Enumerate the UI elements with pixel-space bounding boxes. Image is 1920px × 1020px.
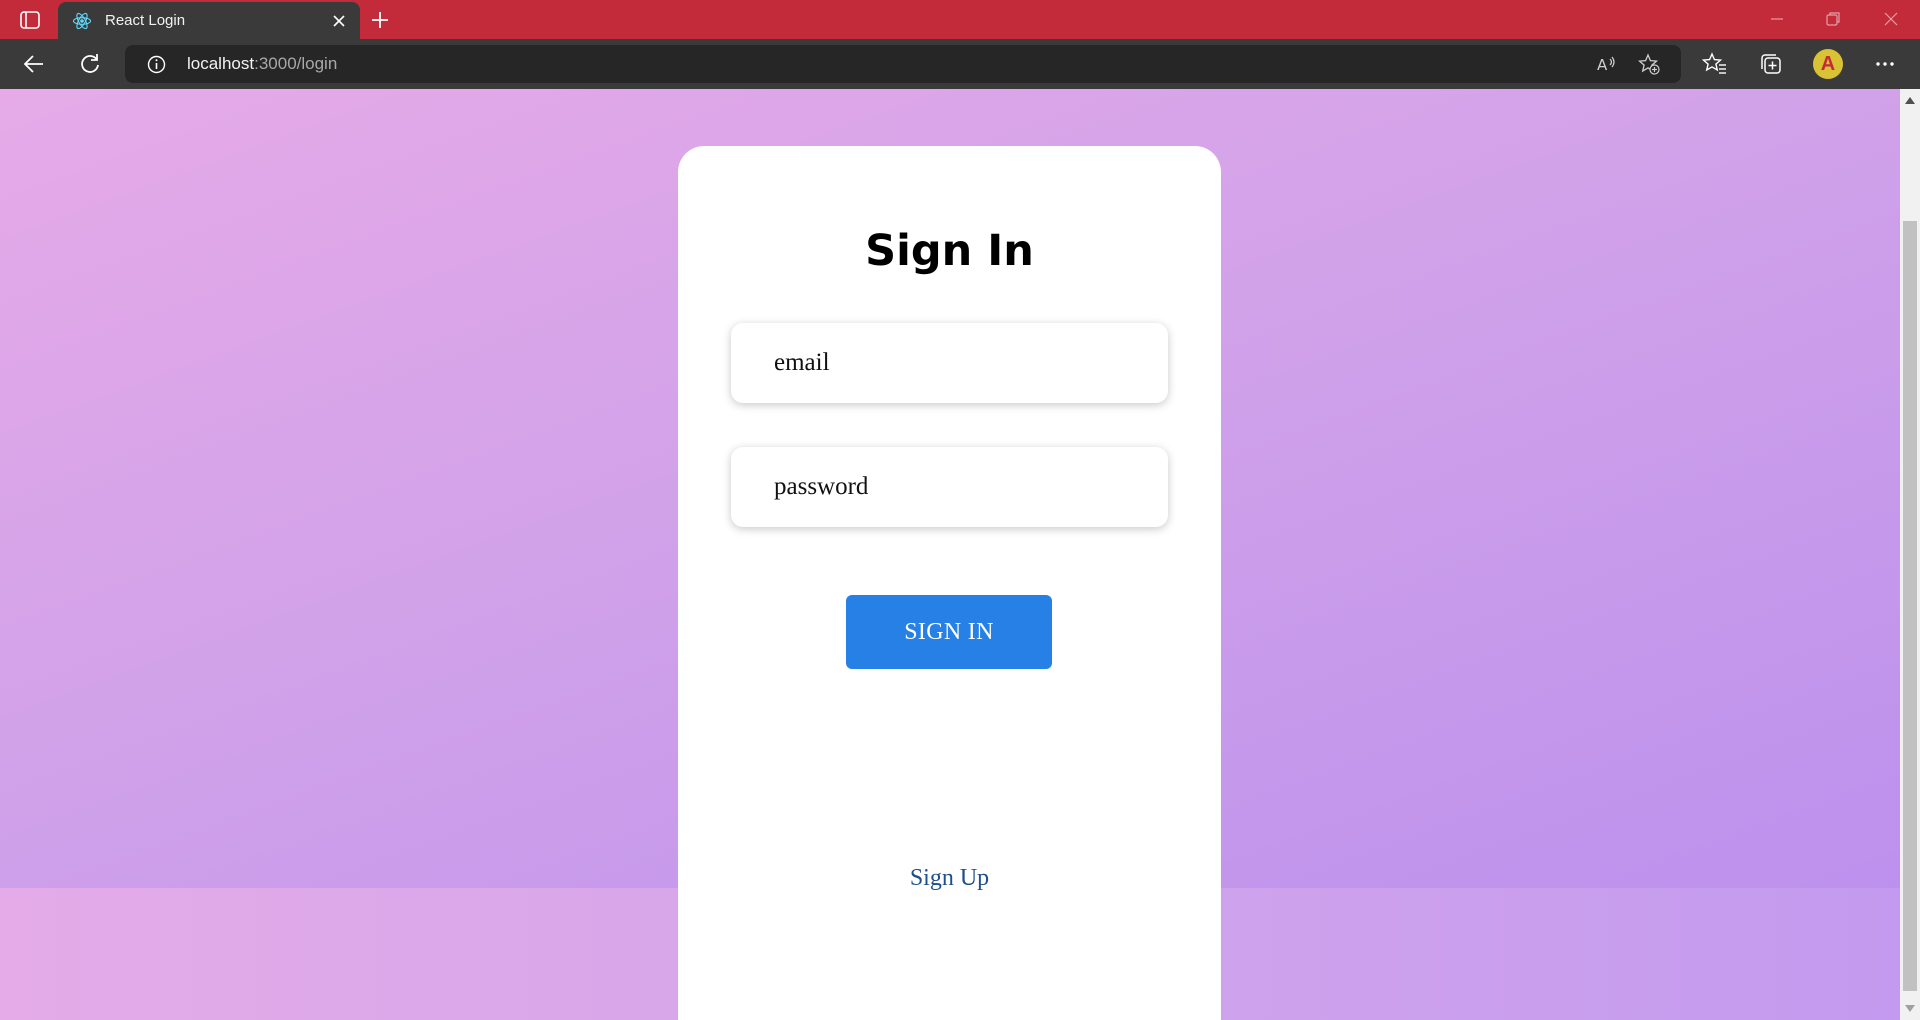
tab-strip: React Login [0, 0, 1920, 39]
email-field[interactable] [731, 323, 1168, 403]
sign-up-link[interactable]: Sign Up [678, 865, 1221, 892]
minimize-icon[interactable] [1766, 8, 1788, 30]
favorites-icon[interactable] [1701, 51, 1728, 77]
avatar-initial: A [1820, 53, 1836, 75]
browser-toolbar: localhost:3000/login A A [0, 39, 1920, 89]
tab-react-login[interactable]: React Login [58, 2, 360, 39]
password-field[interactable] [731, 447, 1168, 527]
page-title: Sign In [865, 226, 1034, 276]
info-icon[interactable] [147, 55, 166, 74]
restore-icon[interactable] [1822, 8, 1844, 30]
scroll-thumb[interactable] [1903, 221, 1917, 991]
back-arrow-icon[interactable] [21, 51, 47, 77]
tab-actions-icon[interactable] [17, 9, 43, 31]
sign-in-button[interactable]: SIGN IN [846, 595, 1052, 669]
page-viewport: Sign In SIGN IN Sign Up [0, 89, 1900, 1020]
add-favorite-icon[interactable] [1637, 53, 1660, 75]
refresh-icon[interactable] [77, 51, 103, 77]
address-bar[interactable]: localhost:3000/login A [125, 45, 1681, 83]
vertical-scrollbar[interactable] [1900, 89, 1920, 1020]
url-path: :3000/login [254, 54, 338, 73]
more-icon[interactable] [1872, 51, 1898, 77]
read-aloud-icon[interactable]: A [1595, 53, 1617, 75]
tab-title: React Login [105, 12, 186, 29]
url-text: localhost:3000/login [187, 54, 337, 74]
scroll-down-icon[interactable] [1905, 1005, 1915, 1012]
browser-window: React Login localhost:3000/login A A Sig… [0, 0, 1920, 1020]
react-icon [72, 11, 92, 31]
close-icon[interactable] [330, 12, 348, 30]
avatar[interactable]: A [1813, 49, 1843, 79]
svg-text:A: A [1597, 56, 1608, 74]
url-host: localhost [187, 54, 255, 73]
window-close-icon[interactable] [1880, 8, 1902, 30]
collections-icon[interactable] [1758, 51, 1784, 77]
plus-icon[interactable] [368, 8, 392, 32]
scroll-up-icon[interactable] [1905, 97, 1915, 104]
login-card: Sign In SIGN IN Sign Up [678, 146, 1221, 1020]
